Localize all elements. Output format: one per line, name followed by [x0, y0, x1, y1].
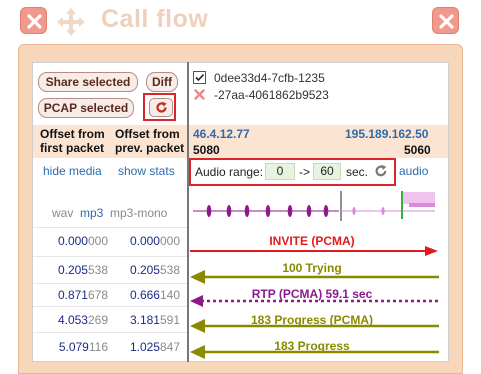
- right-endpoint-port: 5060: [404, 143, 431, 157]
- audio-range-to-input[interactable]: 60: [313, 163, 341, 180]
- row-first-offset: 0.871678: [57, 288, 108, 302]
- left-endpoint-ip: 46.4.12.77: [193, 127, 250, 141]
- trying-arrow[interactable]: [190, 270, 439, 284]
- refresh-icon: [156, 101, 167, 113]
- row-prev-offset: 0.205538: [129, 263, 180, 277]
- close-icon[interactable]: [20, 7, 47, 34]
- column-divider: [187, 62, 189, 362]
- audio-waveform[interactable]: [189, 189, 435, 225]
- call-id-1: 0dee33d4-7cfb-1235: [214, 71, 325, 85]
- audio-range-unit: sec.: [346, 165, 369, 179]
- row-prev-offset: 0.666140: [129, 288, 180, 302]
- title-bar: Call flow: [0, 0, 481, 44]
- hide-media-link[interactable]: hide media: [43, 164, 102, 178]
- mp3-mono-link[interactable]: mp3-mono: [110, 206, 167, 220]
- wav-link[interactable]: wav: [52, 206, 73, 220]
- row-first-offset: 5.079116: [58, 340, 108, 354]
- rtp-arrow[interactable]: [190, 295, 439, 307]
- row-first-offset: 4.053269: [57, 313, 108, 327]
- close-window-icon[interactable]: [432, 7, 459, 34]
- audio-range-arrow: ->: [299, 165, 311, 179]
- audio-range-label: Audio range:: [195, 165, 264, 179]
- right-endpoint-ip: 195.189.162.50: [345, 127, 429, 141]
- window-title: Call flow: [101, 5, 209, 33]
- refresh-button[interactable]: [149, 98, 173, 117]
- row-first-offset: 0.205538: [57, 263, 108, 277]
- show-stats-link[interactable]: show stats: [118, 164, 175, 178]
- row-prev-offset: 1.025847: [129, 340, 180, 354]
- pcap-selected-button[interactable]: PCAP selected: [38, 98, 134, 118]
- check-icon: [195, 73, 205, 82]
- row-prev-offset: 3.181591: [129, 313, 180, 327]
- refresh-button-highlight[interactable]: [143, 93, 176, 121]
- row-prev-offset: 0.000000: [129, 234, 180, 248]
- left-endpoint-port: 5080: [193, 143, 220, 157]
- progress-arrow[interactable]: [190, 345, 439, 359]
- invite-arrow[interactable]: [190, 246, 438, 256]
- mp3-link[interactable]: mp3: [80, 206, 103, 220]
- share-selected-button[interactable]: Share selected: [38, 72, 138, 92]
- offset-prev-header: Offset from prev. packet: [115, 127, 185, 155]
- audio-link[interactable]: audio: [399, 164, 428, 178]
- audio-range-from-input[interactable]: 0: [265, 163, 295, 180]
- progress-pcma-arrow[interactable]: [190, 319, 439, 333]
- move-icon[interactable]: [56, 7, 86, 40]
- row-first-offset: 0.000000: [57, 234, 108, 248]
- call-id-2: -27aa-4061862b9523: [214, 88, 329, 102]
- remove-icon[interactable]: [194, 89, 205, 103]
- call-checkbox[interactable]: [193, 71, 206, 84]
- diff-button[interactable]: Diff: [146, 72, 178, 92]
- audio-refresh-icon[interactable]: [374, 164, 388, 181]
- call-flow-arrows: [190, 246, 439, 359]
- offset-first-header: Offset from first packet: [40, 127, 105, 155]
